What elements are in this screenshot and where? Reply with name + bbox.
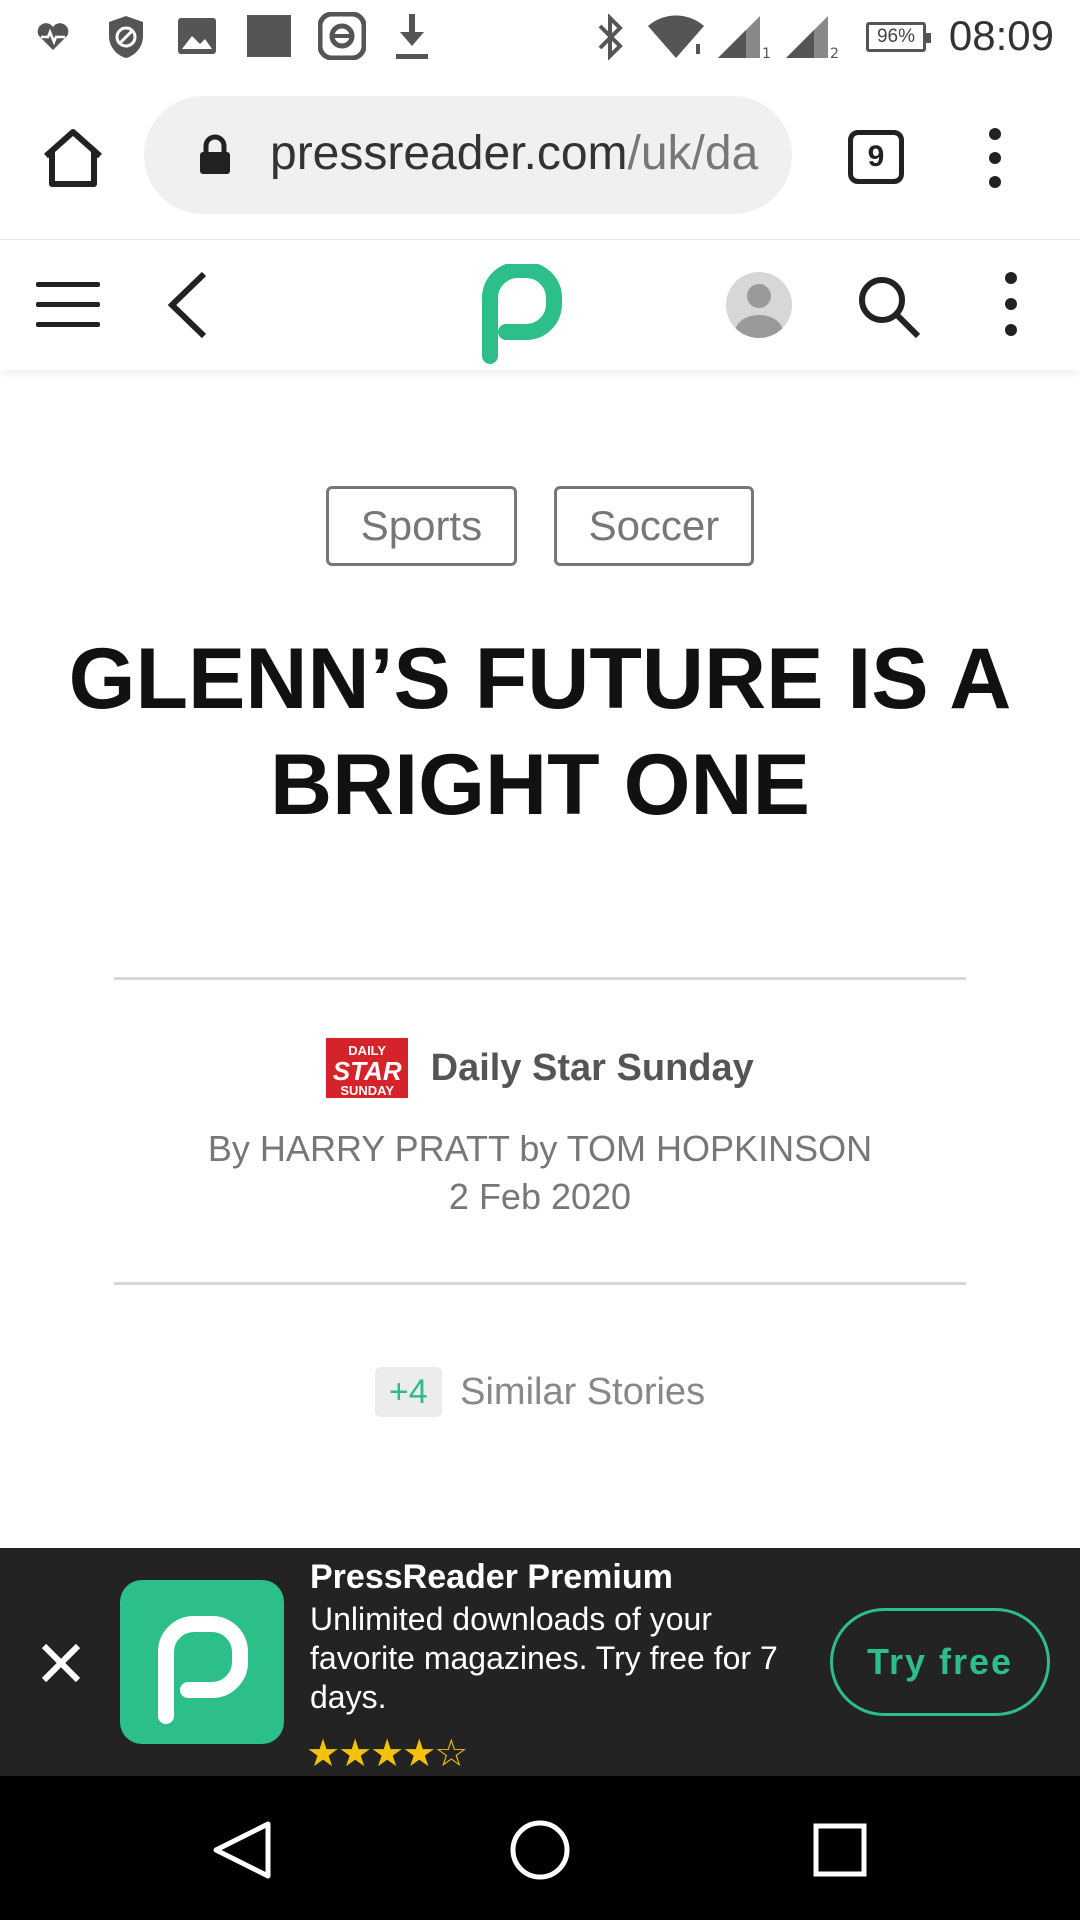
try-free-button[interactable]: Try free bbox=[830, 1608, 1050, 1716]
source-logo-bottom: SUNDAY bbox=[340, 1083, 395, 1098]
square-icon bbox=[247, 15, 291, 57]
divider bbox=[114, 1282, 966, 1285]
article-tags: Sports Soccer bbox=[0, 486, 1080, 566]
download-icon bbox=[396, 14, 428, 59]
user-icon bbox=[735, 284, 783, 338]
similar-stories-link[interactable]: +4 Similar Stories bbox=[0, 1367, 1080, 1417]
source-name[interactable]: Daily Star Sunday bbox=[431, 1047, 754, 1090]
blocked-icon bbox=[109, 16, 143, 58]
source-logo-mid: STAR bbox=[332, 1056, 402, 1086]
promo-description: Unlimited downloads of your favorite mag… bbox=[310, 1601, 778, 1715]
wifi-icon bbox=[648, 15, 704, 58]
hamburger-menu-icon[interactable] bbox=[36, 282, 102, 330]
browser-toolbar: pressreader.com/uk/da 9 bbox=[0, 76, 1080, 240]
signal-1-icon: 1 bbox=[718, 16, 771, 60]
image-icon bbox=[178, 18, 216, 54]
app-header bbox=[0, 240, 1080, 370]
article-byline: By HARRY PRATT by TOM HOPKINSON bbox=[207, 1128, 873, 1169]
e-icon bbox=[318, 12, 366, 60]
article-headline: GLENN’S FUTURE IS A BRIGHT ONE bbox=[68, 631, 1012, 833]
article-date: 2 Feb 2020 bbox=[448, 1176, 632, 1217]
url-domain: pressreader.com bbox=[270, 127, 628, 180]
status-time: 08:09 bbox=[948, 12, 1054, 59]
promo-title: PressReader Premium bbox=[310, 1558, 673, 1596]
divider bbox=[114, 977, 966, 980]
tag-soccer[interactable]: Soccer bbox=[553, 486, 755, 566]
star-rating: ★★★★☆ bbox=[306, 1733, 468, 1775]
pressreader-logo-icon[interactable] bbox=[480, 264, 564, 364]
home-icon[interactable] bbox=[38, 126, 108, 190]
heart-monitor-icon bbox=[37, 23, 69, 50]
lock-icon bbox=[200, 134, 230, 174]
nav-home-icon[interactable] bbox=[505, 1818, 575, 1882]
source-logo: DAILY STAR SUNDAY bbox=[326, 1038, 409, 1098]
source-info[interactable]: DAILY STAR SUNDAY Daily Star Sunday bbox=[0, 1038, 1080, 1098]
similar-count-badge: +4 bbox=[374, 1367, 442, 1417]
similar-stories-label: Similar Stories bbox=[460, 1370, 706, 1413]
avatar[interactable] bbox=[726, 272, 792, 338]
signal-2-icon: 2 bbox=[786, 16, 839, 60]
tag-sports[interactable]: Sports bbox=[325, 486, 518, 566]
address-bar[interactable]: pressreader.com/uk/da bbox=[144, 96, 792, 214]
svg-text:2: 2 bbox=[830, 46, 839, 60]
search-icon[interactable] bbox=[856, 274, 922, 340]
back-arrow-icon[interactable] bbox=[160, 268, 216, 342]
browser-menu-icon[interactable] bbox=[980, 128, 1010, 188]
system-nav-bar bbox=[0, 1776, 1080, 1920]
promo-banner: PressReader Premium Unlimited downloads … bbox=[0, 1548, 1080, 1776]
pressreader-app-icon bbox=[120, 1580, 284, 1744]
status-bar: 1 2 96% 08:09 bbox=[0, 0, 1080, 76]
bluetooth-icon bbox=[598, 14, 623, 60]
url-path: /uk/da bbox=[627, 127, 759, 180]
nav-back-icon[interactable] bbox=[206, 1818, 276, 1882]
url-text[interactable]: pressreader.com/uk/da bbox=[270, 126, 780, 181]
app-menu-icon[interactable] bbox=[996, 272, 1026, 338]
tab-switcher-button[interactable]: 9 bbox=[848, 130, 904, 184]
close-icon[interactable] bbox=[38, 1640, 84, 1686]
svg-text:1: 1 bbox=[762, 46, 771, 60]
battery-indicator: 96% bbox=[866, 22, 931, 52]
nav-recents-icon[interactable] bbox=[805, 1818, 875, 1882]
